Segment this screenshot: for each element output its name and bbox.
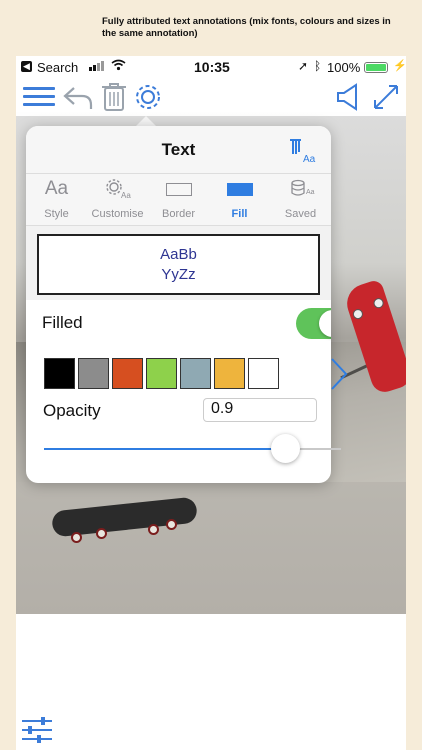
customise-gear-icon: Aa xyxy=(87,174,148,204)
trash-icon[interactable] xyxy=(100,82,132,112)
border-rect-icon xyxy=(148,174,209,204)
popover-title: Text xyxy=(161,140,196,159)
cell-signal-icon xyxy=(89,61,104,71)
adjustments-sliders-icon[interactable] xyxy=(20,714,54,746)
svg-text:Aa: Aa xyxy=(306,189,315,196)
opacity-input[interactable]: 0.9 xyxy=(203,398,317,422)
color-swatches xyxy=(44,358,279,389)
preview-line-2: YyZz xyxy=(161,266,196,283)
fill-tabs: Aa Style Aa Customise Border Fill Aa Sav… xyxy=(26,174,331,226)
bluetooth-icon: ᛒ xyxy=(314,59,322,73)
preview-area: AaBb YyZz xyxy=(26,226,331,300)
canvas-blank-area xyxy=(16,614,406,750)
popover-header: Text Aa xyxy=(26,126,331,174)
color-swatch[interactable] xyxy=(180,358,211,389)
battery-percent: 100% xyxy=(327,60,361,75)
color-swatch[interactable] xyxy=(248,358,279,389)
tab-label: Border xyxy=(161,208,196,220)
opacity-label: Opacity xyxy=(43,401,101,420)
color-swatch[interactable] xyxy=(146,358,177,389)
filled-row: Filled xyxy=(26,300,331,346)
skateboard-wheel xyxy=(148,524,159,535)
text-style-icon: Aa xyxy=(44,178,69,199)
skateboard-wheel xyxy=(166,519,177,530)
expand-icon[interactable] xyxy=(371,82,403,112)
speaker-icon[interactable] xyxy=(334,82,366,112)
tab-customise[interactable]: Aa Customise xyxy=(87,174,148,225)
chevron-right-icon[interactable] xyxy=(328,356,350,392)
phone-screen: ◀ Search 10:35 ➚ ᛒ 100% ⚡ Text Aa Aa Sty… xyxy=(16,56,406,750)
back-arrow-icon[interactable]: ◀ xyxy=(21,61,32,72)
preview-line-1: AaBb xyxy=(160,246,197,263)
tab-label: Fill xyxy=(231,208,248,220)
skateboard-wheel xyxy=(96,528,107,539)
color-swatch[interactable] xyxy=(112,358,143,389)
slider-thumb[interactable] xyxy=(270,434,300,463)
svg-text:Aa: Aa xyxy=(121,191,131,200)
opacity-slider[interactable] xyxy=(44,430,341,466)
tab-border[interactable]: Border xyxy=(148,174,209,225)
color-swatch[interactable] xyxy=(78,358,109,389)
color-swatch[interactable] xyxy=(44,358,75,389)
tools-icon[interactable]: Aa xyxy=(287,136,317,165)
hamburger-menu-icon[interactable] xyxy=(23,82,55,112)
status-bar: ◀ Search 10:35 ➚ ᛒ 100% ⚡ xyxy=(16,56,406,78)
undo-icon[interactable] xyxy=(62,82,94,112)
gear-icon[interactable] xyxy=(133,82,165,112)
red-board-wheel xyxy=(372,296,385,310)
style-preview: AaBb YyZz xyxy=(37,234,320,295)
fill-rect-icon xyxy=(209,174,270,204)
back-to-search[interactable]: Search xyxy=(37,60,78,75)
tab-fill[interactable]: Fill xyxy=(209,174,270,225)
popover-arrow xyxy=(136,116,156,126)
tab-label: Saved xyxy=(284,208,317,220)
wifi-icon xyxy=(111,59,126,74)
clock: 10:35 xyxy=(194,59,230,75)
tab-label: Customise xyxy=(91,208,144,220)
svg-text:Aa: Aa xyxy=(303,154,316,164)
toggle-knob xyxy=(319,310,331,337)
slider-fill xyxy=(44,448,285,450)
tab-label: Style xyxy=(44,208,69,220)
color-swatch[interactable] xyxy=(214,358,245,389)
top-toolbar xyxy=(16,78,406,116)
filled-toggle[interactable] xyxy=(296,308,331,339)
filled-label: Filled xyxy=(42,313,83,332)
skateboard-wheel xyxy=(71,532,82,543)
battery-icon xyxy=(364,62,388,73)
tab-saved[interactable]: Aa Saved xyxy=(270,174,331,225)
tab-style[interactable]: Aa Style xyxy=(26,174,87,225)
saved-database-icon: Aa xyxy=(270,174,331,204)
charging-icon: ⚡ xyxy=(393,60,406,72)
promo-caption: Fully attributed text annotations (mix f… xyxy=(102,16,391,39)
location-icon: ➚ xyxy=(298,59,309,73)
red-board-wheel xyxy=(351,307,365,321)
